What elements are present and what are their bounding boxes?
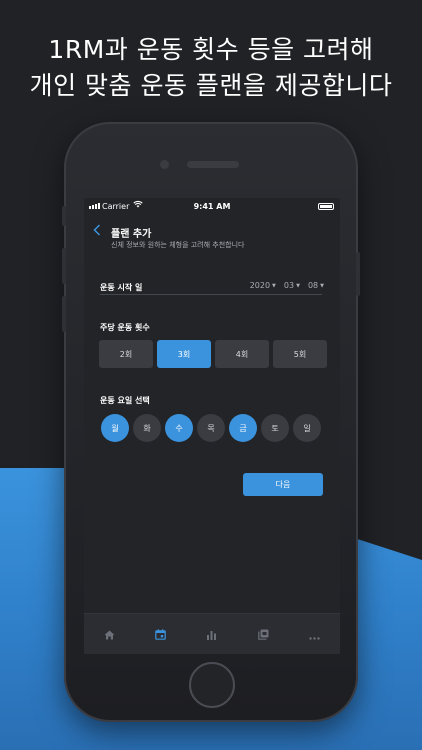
chevron-down-icon: ▼ bbox=[320, 282, 324, 289]
home-icon bbox=[104, 625, 115, 644]
power-button bbox=[356, 252, 360, 296]
count-option-4[interactable]: 4회 bbox=[215, 340, 269, 368]
day-option-sat[interactable]: 토 bbox=[261, 414, 289, 442]
status-time: 9:41 AM bbox=[193, 202, 231, 211]
promo-headline: 1RM과 운동 횟수 등을 고려해 개인 맞춤 운동 플랜을 제공합니다 bbox=[0, 32, 422, 104]
chevron-left-icon[interactable] bbox=[93, 224, 101, 240]
tab-bar bbox=[84, 613, 340, 654]
weekly-count-label: 주당 운동 횟수 bbox=[100, 323, 150, 332]
workout-days-label: 운동 요일 선택 bbox=[100, 396, 150, 405]
chevron-down-icon: ▼ bbox=[272, 282, 276, 289]
status-bar: Carrier 9:41 AM bbox=[84, 198, 340, 216]
volume-down-button bbox=[62, 296, 66, 332]
tab-more[interactable] bbox=[301, 621, 327, 647]
headline-line-2: 개인 맞춤 운동 플랜을 제공합니다 bbox=[29, 71, 393, 100]
page-subtitle: 신체 정보와 원하는 체형을 고려해 추천합니다 bbox=[111, 241, 245, 249]
day-option-wed[interactable]: 수 bbox=[165, 414, 193, 442]
start-date-label: 운동 시작 일 bbox=[100, 283, 143, 292]
year-value: 2020 bbox=[249, 281, 271, 290]
mute-switch bbox=[62, 206, 66, 226]
page-title: 플랜 추가 bbox=[111, 229, 152, 240]
more-icon bbox=[309, 625, 320, 644]
weekly-count-options: 2회 3회 4회 5회 bbox=[99, 340, 327, 368]
calendar-icon bbox=[155, 625, 167, 644]
start-date-picker: 2020 ▼ 03 ▼ 08 ▼ bbox=[250, 281, 324, 290]
day-value: 08 bbox=[307, 281, 319, 290]
count-option-3[interactable]: 3회 bbox=[157, 340, 211, 368]
month-select[interactable]: 03 ▼ bbox=[284, 281, 300, 290]
tab-home[interactable] bbox=[97, 621, 123, 647]
tab-calendar[interactable] bbox=[148, 621, 174, 647]
home-button[interactable] bbox=[189, 662, 235, 708]
day-select[interactable]: 08 ▼ bbox=[308, 281, 324, 290]
day-option-mon[interactable]: 월 bbox=[101, 414, 129, 442]
count-option-5[interactable]: 5회 bbox=[273, 340, 327, 368]
battery-icon bbox=[318, 203, 334, 210]
day-option-tue[interactable]: 화 bbox=[133, 414, 161, 442]
count-option-2[interactable]: 2회 bbox=[99, 340, 153, 368]
volume-up-button bbox=[62, 248, 66, 284]
next-button[interactable]: 다음 bbox=[243, 473, 323, 496]
day-option-sun[interactable]: 일 bbox=[293, 414, 321, 442]
workout-day-options: 월 화 수 목 금 토 일 bbox=[101, 414, 321, 442]
tab-library[interactable] bbox=[250, 621, 276, 647]
collection-icon bbox=[257, 625, 269, 644]
app-screen: Carrier 9:41 AM 플랜 추가 신체 정보와 원하는 체형을 고려해… bbox=[84, 198, 340, 654]
month-value: 03 bbox=[283, 281, 295, 290]
bar-chart-icon bbox=[206, 625, 217, 644]
tab-stats[interactable] bbox=[199, 621, 225, 647]
chevron-down-icon: ▼ bbox=[296, 282, 300, 289]
front-camera bbox=[160, 160, 169, 169]
day-option-fri[interactable]: 금 bbox=[229, 414, 257, 442]
divider bbox=[100, 294, 322, 295]
year-select[interactable]: 2020 ▼ bbox=[250, 281, 276, 290]
headline-line-1: 1RM과 운동 횟수 등을 고려해 bbox=[48, 35, 374, 64]
earpiece-speaker bbox=[187, 161, 239, 168]
day-option-thu[interactable]: 목 bbox=[197, 414, 225, 442]
